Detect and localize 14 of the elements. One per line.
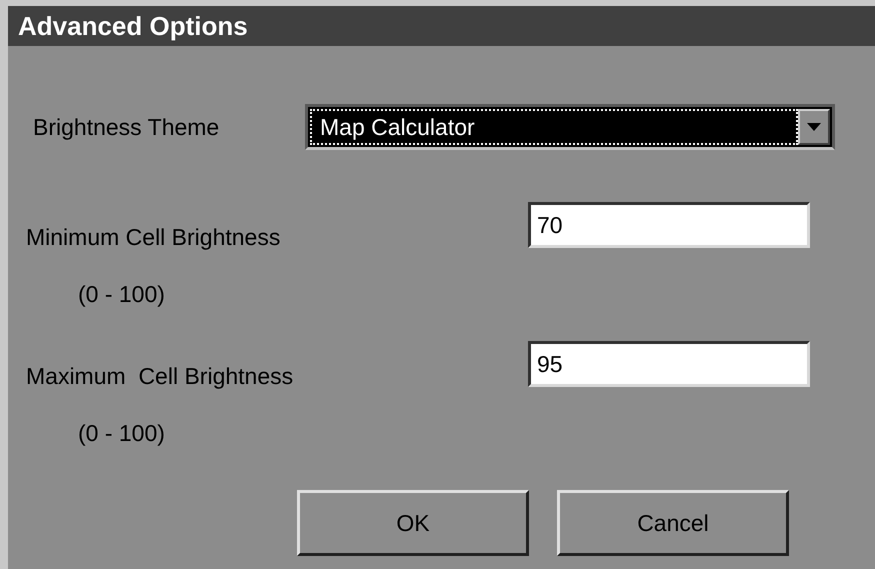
dropdown-value: Map Calculator: [320, 112, 475, 142]
range-hint: (0 - 100): [77, 418, 166, 448]
cancel-button[interactable]: Cancel: [557, 490, 789, 556]
dropdown-arrow-button[interactable]: [798, 109, 830, 145]
caret-down-icon: [807, 123, 821, 131]
number-field[interactable]: 70: [528, 202, 810, 248]
theme-dropdown[interactable]: Map Calculator: [305, 104, 835, 150]
field-label: Brightness Theme: [33, 112, 220, 142]
window-title: Advanced Options: [18, 10, 248, 42]
range-hint: (0 - 100): [77, 280, 166, 309]
ok-button[interactable]: OK: [297, 490, 529, 556]
field-label: Maximum Cell Brightness: [26, 362, 294, 391]
field-label: Minimum Cell Brightness: [26, 223, 282, 252]
number-field[interactable]: 95: [528, 341, 810, 387]
